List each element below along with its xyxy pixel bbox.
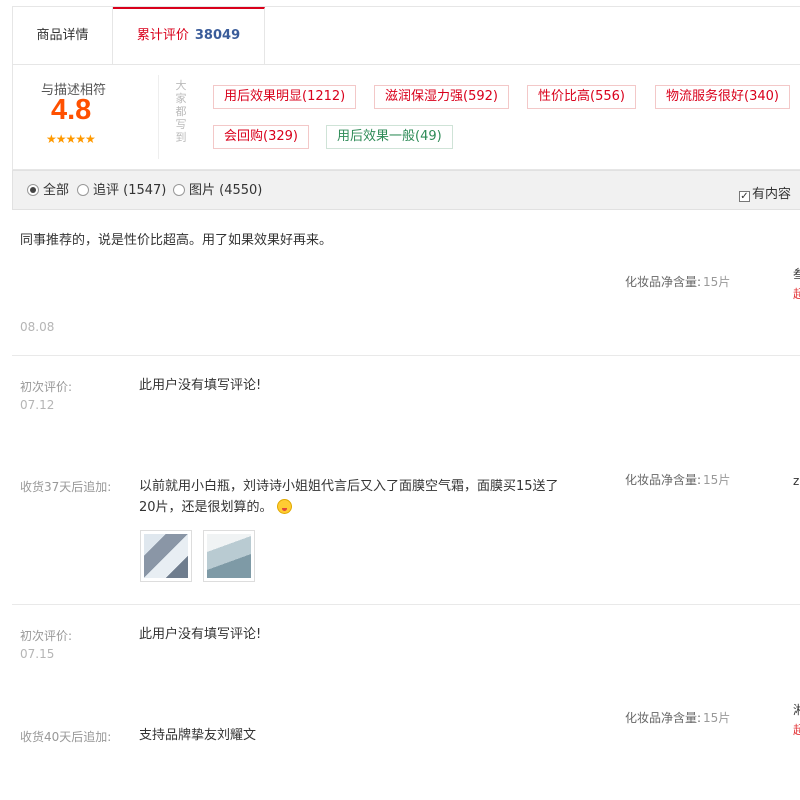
radio-checked-icon [27,184,39,196]
filter-pictures-radio[interactable]: 图片 (4550) [173,183,262,199]
first-review-label: 初次评价: [20,629,73,643]
first-review-date: 07.15 [20,647,55,661]
impression-tag[interactable]: 滋润保湿力强(592) [374,85,509,109]
tab-reviews[interactable]: 累计评价 38049 [113,7,265,66]
checkbox-checked-icon: ✓ [739,191,750,202]
review-photo-image [144,534,188,578]
review-tabs: 商品详情 累计评价 38049 [12,6,800,66]
review-count: 38049 [194,28,241,43]
review-photo-image [207,534,251,578]
review-photo-thumbnail[interactable] [140,530,192,582]
reviewer-badge: 超 [793,723,800,737]
sku-label: 化妆品净含量: [625,473,702,487]
sku-value: 15片 [703,275,731,289]
impression-tag[interactable]: 用后效果明显(1212) [213,85,357,109]
first-review-text: 此用户没有填写评论! [139,378,262,393]
impression-tag[interactable]: 物流服务很好(340) [655,85,790,109]
radio-icon [173,184,185,196]
smile-emoji-icon [276,499,292,514]
filter-append-label: 追评 (1547) [93,183,167,198]
review-divider [12,355,800,356]
radio-icon [77,184,89,196]
sku-value: 15片 [703,711,731,725]
first-review-label: 初次评价: [20,380,73,394]
rating-summary: 与描述相符 4.8 ★★★★★ 大家都写到 用后效果明显(1212) 滋润保湿力… [12,64,800,170]
reviewer-name: 湘 [793,703,800,717]
tab-product-detail[interactable]: 商品详情 [13,7,113,65]
reviewer-name: 叁 [793,267,800,281]
sku-label: 化妆品净含量: [625,275,702,289]
tags-side-label: 大家都写到 [175,79,187,144]
has-content-label: 有内容 [752,187,792,202]
first-review-date: 07.12 [20,398,55,412]
filter-pictures-label: 图片 (4550) [189,183,263,198]
append-review-label: 收货40天后追加: [20,730,112,744]
first-review-text: 此用户没有填写评论! [139,627,262,642]
sku-label: 化妆品净含量: [625,711,702,725]
review-divider [12,604,800,605]
tab-reviews-label: 累计评价 [136,28,189,43]
append-review-text: 以前就用小白瓶，刘诗诗小姐姐代言后又入了面膜空气霜，面膜买15送了 [139,479,559,494]
append-review-text: 20片，还是很划算的。 [139,497,292,518]
impression-tag[interactable]: 会回购(329) [213,125,309,149]
summary-divider [158,75,159,159]
review-text: 同事推荐的，说是性价比超高。用了如果效果好再来。 [20,233,333,248]
score-value: 4.8 [51,94,92,126]
filter-append-radio[interactable]: 追评 (1547) [77,183,166,199]
review-photo-thumbnail[interactable] [203,530,255,582]
append-review-text-line: 20片，还是很划算的。 [139,500,273,515]
score-box: 与描述相符 4.8 ★★★★★ [13,65,143,169]
append-review-text: 支持品牌挚友刘耀文 [139,728,257,743]
sku-info: 化妆品净含量: 15片 [625,471,730,488]
impression-tag[interactable]: 用后效果一般(49) [326,125,453,149]
sku-info: 化妆品净含量: 15片 [625,273,730,290]
has-content-checkbox[interactable]: ✓ 有内容 [739,183,791,202]
reviewer-name: z [793,474,800,488]
sku-value: 15片 [703,473,731,487]
reviewer-badge: 超 [793,287,800,301]
append-review-label: 收货37天后追加: [20,480,112,494]
filter-all-radio[interactable]: 全部 [27,183,69,199]
star-rating-icon: ★★★★★ [46,132,96,146]
review-filter-bar: 全部 追评 (1547) 图片 (4550) ✓ 有内容 [12,170,800,210]
impression-tag[interactable]: 性价比高(556) [527,85,636,109]
filter-all-label: 全部 [43,183,70,198]
review-date: 08.08 [20,320,55,334]
sku-info: 化妆品净含量: 15片 [625,709,730,726]
